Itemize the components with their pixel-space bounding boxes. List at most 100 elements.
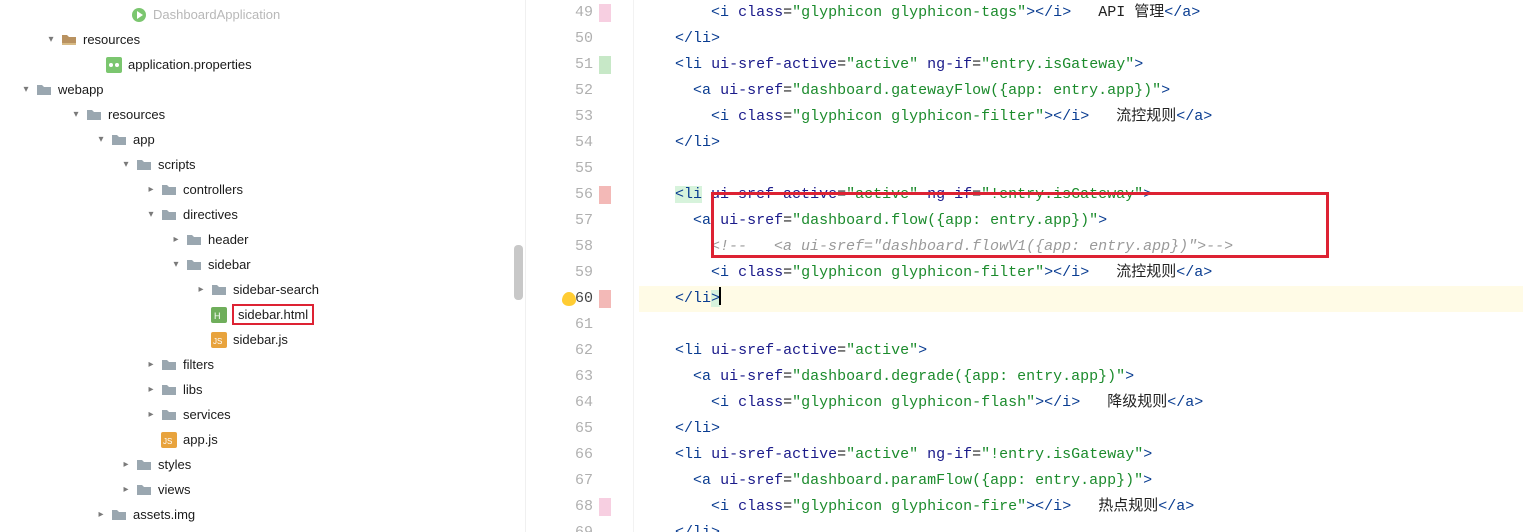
tree-item-sidebar-html[interactable]: ▸sidebar.html — [0, 302, 525, 327]
code-line[interactable]: </li> — [639, 416, 1523, 442]
code-line[interactable]: </li> — [639, 286, 1523, 312]
tree-item-sidebar[interactable]: ▾ sidebar — [0, 252, 525, 277]
chevron-right-icon[interactable]: ▸ — [120, 484, 132, 495]
tree-item-libs[interactable]: ▸libs — [0, 377, 525, 402]
code-line[interactable]: <li ui-sref-active="active" ng-if="!entr… — [639, 442, 1523, 468]
line-number: 69 — [526, 520, 621, 532]
chevron-down-icon[interactable]: ▾ — [45, 34, 57, 45]
code-line[interactable]: <a ui-sref="dashboard.flow({app: entry.a… — [639, 208, 1523, 234]
chevron-right-icon[interactable]: ▸ — [195, 284, 207, 295]
tree-item-label: sidebar-search — [233, 282, 319, 297]
tree-item-filters[interactable]: ▸filters — [0, 352, 525, 377]
tree-item-app[interactable]: ▾ app — [0, 127, 525, 152]
code-area[interactable]: <i class="glyphicon glyphicon-tags"></i>… — [634, 0, 1523, 532]
code-line[interactable]: </li> — [639, 520, 1523, 532]
chevron-right-icon[interactable]: ▸ — [95, 509, 107, 520]
line-number: 65 — [526, 416, 621, 442]
project-tree[interactable]: ▸DashboardApplication▾resources▸applicat… — [0, 0, 525, 532]
code-line[interactable]: </li> — [639, 26, 1523, 52]
tree-item-dashboardapplication[interactable]: ▸DashboardApplication — [0, 2, 525, 27]
folder-icon — [186, 257, 202, 273]
tree-item-services[interactable]: ▸ services — [0, 402, 525, 427]
line-number: 49 — [526, 0, 621, 26]
change-marker — [599, 4, 611, 22]
html-icon — [211, 307, 227, 323]
run-icon — [131, 7, 147, 23]
tree-item-app-js[interactable]: ▸app.js — [0, 427, 525, 452]
marker-column — [621, 0, 634, 532]
code-line[interactable]: </li> — [639, 130, 1523, 156]
line-number: 60 — [526, 286, 621, 312]
code-line[interactable]: <i class="glyphicon glyphicon-flash"></i… — [639, 390, 1523, 416]
tree-item-resources[interactable]: ▾ resources — [0, 27, 525, 52]
tree-item-resources[interactable]: ▾resources — [0, 102, 525, 127]
code-line[interactable]: <i class="glyphicon glyphicon-tags"></i>… — [639, 0, 1523, 26]
code-line[interactable]: <li ui-sref-active="active"> — [639, 338, 1523, 364]
tree-item-label: app — [133, 132, 155, 147]
chevron-right-icon[interactable]: ▸ — [145, 409, 157, 420]
tree-item-label: views — [158, 482, 191, 497]
chevron-down-icon[interactable]: ▾ — [20, 84, 32, 95]
code-line[interactable]: <!-- <a ui-sref="dashboard.flowV1({app: … — [639, 234, 1523, 260]
folder-icon — [86, 107, 102, 123]
tree-item-label: controllers — [183, 182, 243, 197]
chevron-right-icon[interactable]: ▸ — [145, 384, 157, 395]
text-caret — [719, 287, 721, 305]
chevron-down-icon[interactable]: ▾ — [95, 134, 107, 145]
tree-item-controllers[interactable]: ▸ controllers — [0, 177, 525, 202]
folder-icon — [161, 182, 177, 198]
folder-icon — [136, 482, 152, 498]
folder-icon — [136, 457, 152, 473]
tree-item-label: sidebar — [208, 257, 251, 272]
intention-bulb-icon[interactable] — [562, 292, 576, 306]
code-editor[interactable]: 4950515253545556575859606162636465666768… — [526, 0, 1523, 532]
code-line[interactable] — [639, 312, 1523, 338]
props-icon — [106, 57, 122, 73]
tree-item-styles[interactable]: ▸styles — [0, 452, 525, 477]
chevron-down-icon[interactable]: ▾ — [170, 259, 182, 270]
code-line[interactable]: <a ui-sref="dashboard.gatewayFlow({app: … — [639, 78, 1523, 104]
tree-item-dist[interactable]: ▸dist — [0, 527, 525, 532]
line-number: 58 — [526, 234, 621, 260]
folder-res-icon — [61, 32, 77, 48]
tree-item-application-properties[interactable]: ▸application.properties — [0, 52, 525, 77]
chevron-down-icon[interactable]: ▾ — [145, 209, 157, 220]
tree-item-directives[interactable]: ▾ directives — [0, 202, 525, 227]
code-line[interactable]: <i class="glyphicon glyphicon-filter"></… — [639, 260, 1523, 286]
tree-item-label: DashboardApplication — [153, 7, 280, 22]
code-line[interactable]: <li ui-sref-active="active" ng-if="entry… — [639, 52, 1523, 78]
line-number: 59 — [526, 260, 621, 286]
chevron-down-icon[interactable]: ▾ — [70, 109, 82, 120]
chevron-right-icon[interactable]: ▸ — [120, 459, 132, 470]
chevron-right-icon[interactable]: ▸ — [145, 359, 157, 370]
tree-item-sidebar-js[interactable]: ▸sidebar.js — [0, 327, 525, 352]
tree-item-assets-img[interactable]: ▸assets.img — [0, 502, 525, 527]
folder-icon — [111, 507, 127, 523]
code-line[interactable]: <li ui-sref-active="active" ng-if="!entr… — [639, 182, 1523, 208]
code-line[interactable]: <i class="glyphicon glyphicon-fire"></i>… — [639, 494, 1523, 520]
chevron-right-icon[interactable]: ▸ — [145, 184, 157, 195]
code-line[interactable]: <a ui-sref="dashboard.paramFlow({app: en… — [639, 468, 1523, 494]
code-line[interactable]: <i class="glyphicon glyphicon-filter"></… — [639, 104, 1523, 130]
tree-item-views[interactable]: ▸ views — [0, 477, 525, 502]
line-number: 51 — [526, 52, 621, 78]
line-number: 50 — [526, 26, 621, 52]
tree-scrollbar[interactable] — [514, 245, 523, 300]
chevron-right-icon[interactable]: ▸ — [170, 234, 182, 245]
tree-item-label: directives — [183, 207, 238, 222]
chevron-down-icon[interactable]: ▾ — [120, 159, 132, 170]
folder-icon — [161, 407, 177, 423]
tree-item-scripts[interactable]: ▾scripts — [0, 152, 525, 177]
tree-item-label: sidebar.html — [232, 304, 314, 325]
line-number: 53 — [526, 104, 621, 130]
tree-item-webapp[interactable]: ▾webapp — [0, 77, 525, 102]
tree-item-header[interactable]: ▸header — [0, 227, 525, 252]
line-number: 56 — [526, 182, 621, 208]
js-icon — [161, 432, 177, 448]
tree-item-label: resources — [83, 32, 140, 47]
tree-item-sidebar-search[interactable]: ▸ sidebar-search — [0, 277, 525, 302]
code-line[interactable] — [639, 156, 1523, 182]
folder-icon — [136, 157, 152, 173]
code-line[interactable]: <a ui-sref="dashboard.degrade({app: entr… — [639, 364, 1523, 390]
tree-item-label: services — [183, 407, 231, 422]
